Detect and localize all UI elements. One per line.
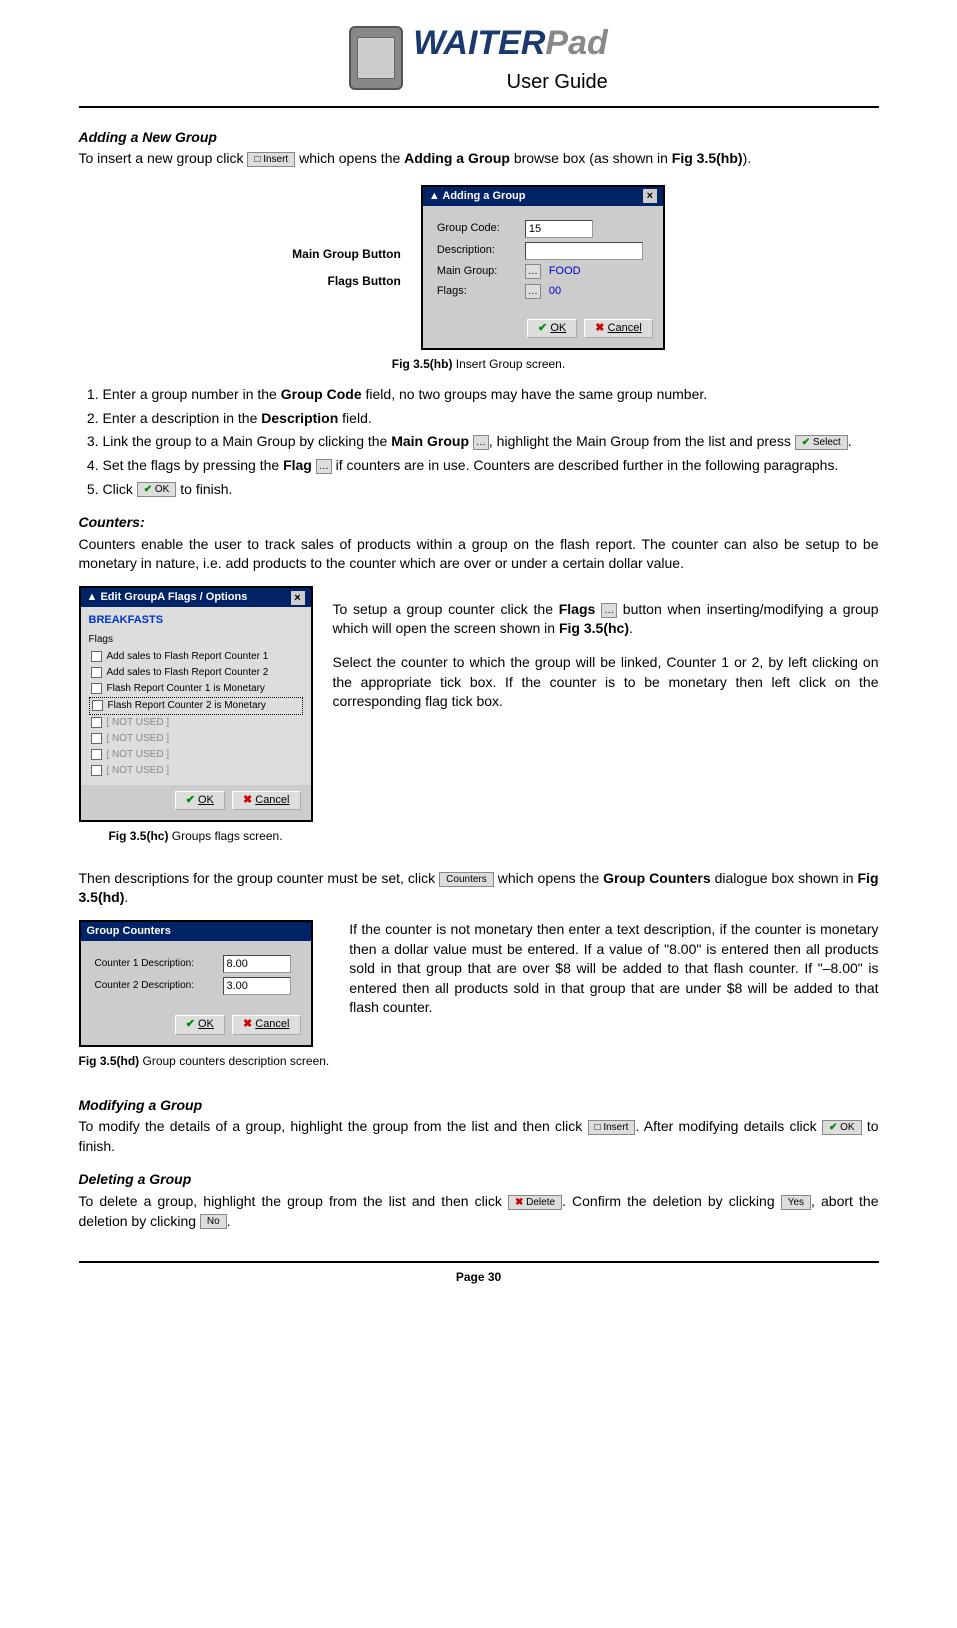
insert-button-inline[interactable]: □ Insert xyxy=(247,152,295,167)
close-icon[interactable]: × xyxy=(291,591,305,605)
ok-button[interactable]: ✔ OK xyxy=(175,1015,225,1034)
flag-icon-button[interactable]: … xyxy=(316,459,332,474)
para-counters-desc-intro: Then descriptions for the group counter … xyxy=(79,869,879,908)
description-input[interactable] xyxy=(525,242,643,260)
flag-checkbox[interactable]: Add sales to Flash Report Counter 1 xyxy=(89,649,303,665)
flag-checkbox[interactable]: Add sales to Flash Report Counter 2 xyxy=(89,665,303,681)
counter1-input[interactable]: 8.00 xyxy=(223,955,291,973)
fig-label-hd: Fig 3.5(hd) xyxy=(79,1054,140,1068)
cancel-button[interactable]: ✖ Cancel xyxy=(584,319,653,338)
fig-caption-hb: Insert Group screen. xyxy=(452,357,565,371)
fig-caption-hc: Groups flags screen. xyxy=(168,829,282,843)
close-icon[interactable]: × xyxy=(643,189,657,203)
dialog-counters-title: Group Counters xyxy=(87,924,171,939)
ok-button[interactable]: ✔ OK xyxy=(527,319,577,338)
group-code-input[interactable]: 15 xyxy=(525,220,593,238)
dialog-flags-title: ▲ Edit GroupA Flags / Options xyxy=(87,590,248,605)
cancel-button[interactable]: ✖ Cancel xyxy=(232,791,301,810)
flag-checkbox[interactable]: Flash Report Counter 1 is Monetary xyxy=(89,681,303,697)
flag-checkbox[interactable]: Flash Report Counter 2 is Monetary xyxy=(89,697,303,715)
main-group-button[interactable]: … xyxy=(525,264,541,279)
para-flags-setup: To setup a group counter click the Flags… xyxy=(333,600,879,639)
flag-checkbox-disabled: [ NOT USED ] xyxy=(89,763,303,779)
para-modifying-group: To modify the details of a group, highli… xyxy=(79,1117,879,1156)
ok-button[interactable]: ✔ OK xyxy=(175,791,225,810)
brand-waiter: WAITER xyxy=(413,24,545,62)
flag-checkbox-disabled: [ NOT USED ] xyxy=(89,731,303,747)
heading-counters: Counters: xyxy=(79,513,879,533)
dialog-adding-group: ▲ Adding a Group × Group Code:15 Descrip… xyxy=(421,185,665,351)
yes-button-inline[interactable]: Yes xyxy=(781,1195,811,1210)
heading-adding-group: Adding a New Group xyxy=(79,128,879,148)
ok-button-inline[interactable]: ✔ OK xyxy=(137,482,177,497)
brand-subtitle: User Guide xyxy=(413,68,608,96)
select-button-inline[interactable]: ✔ Select xyxy=(795,435,848,450)
counters-button-inline[interactable]: Counters xyxy=(439,872,494,887)
fig-caption-hd: Group counters description screen. xyxy=(139,1054,329,1068)
dialog-group-counters: Group Counters Counter 1 Description:8.0… xyxy=(79,920,313,1047)
no-button-inline[interactable]: No xyxy=(200,1214,227,1229)
flags-icon-button[interactable]: … xyxy=(601,603,617,618)
figure-callouts: Main Group Button Flags Button xyxy=(292,236,401,300)
flag-checkbox-disabled: [ NOT USED ] xyxy=(89,715,303,731)
para-adding-group-intro: To insert a new group click □ Insert whi… xyxy=(79,149,879,169)
heading-modifying-group: Modifying a Group xyxy=(79,1096,879,1116)
para-deleting-group: To delete a group, highlight the group f… xyxy=(79,1192,879,1231)
heading-deleting-group: Deleting a Group xyxy=(79,1170,879,1190)
pda-icon xyxy=(349,26,403,90)
flags-button[interactable]: … xyxy=(525,284,541,299)
fig-label-hc: Fig 3.5(hc) xyxy=(108,829,168,843)
flags-group-name: BREAKFASTS xyxy=(89,613,303,628)
brand-pad: Pad xyxy=(545,24,607,62)
para-select-counter: Select the counter to which the group wi… xyxy=(333,653,879,712)
insert-button-inline[interactable]: □ Insert xyxy=(588,1120,636,1135)
main-group-icon-button[interactable]: … xyxy=(473,435,489,450)
delete-button-inline[interactable]: ✖ Delete xyxy=(508,1195,562,1210)
instruction-list: Enter a group number in the Group Code f… xyxy=(79,385,879,499)
ok-button-inline[interactable]: ✔ OK xyxy=(822,1120,862,1135)
page-header: WAITERPad User Guide xyxy=(79,20,879,108)
para-counter-values: If the counter is not monetary then ente… xyxy=(349,920,878,1018)
page-footer: Page 30 xyxy=(79,1261,879,1286)
cancel-button[interactable]: ✖ Cancel xyxy=(232,1015,301,1034)
para-counters-intro: Counters enable the user to track sales … xyxy=(79,535,879,574)
dialog-edit-flags: ▲ Edit GroupA Flags / Options × BREAKFAS… xyxy=(79,586,313,822)
dialog-title-text: ▲ Adding a Group xyxy=(429,189,526,204)
flag-checkbox-disabled: [ NOT USED ] xyxy=(89,747,303,763)
counter2-input[interactable]: 3.00 xyxy=(223,977,291,995)
fig-label-hb: Fig 3.5(hb) xyxy=(392,357,453,371)
